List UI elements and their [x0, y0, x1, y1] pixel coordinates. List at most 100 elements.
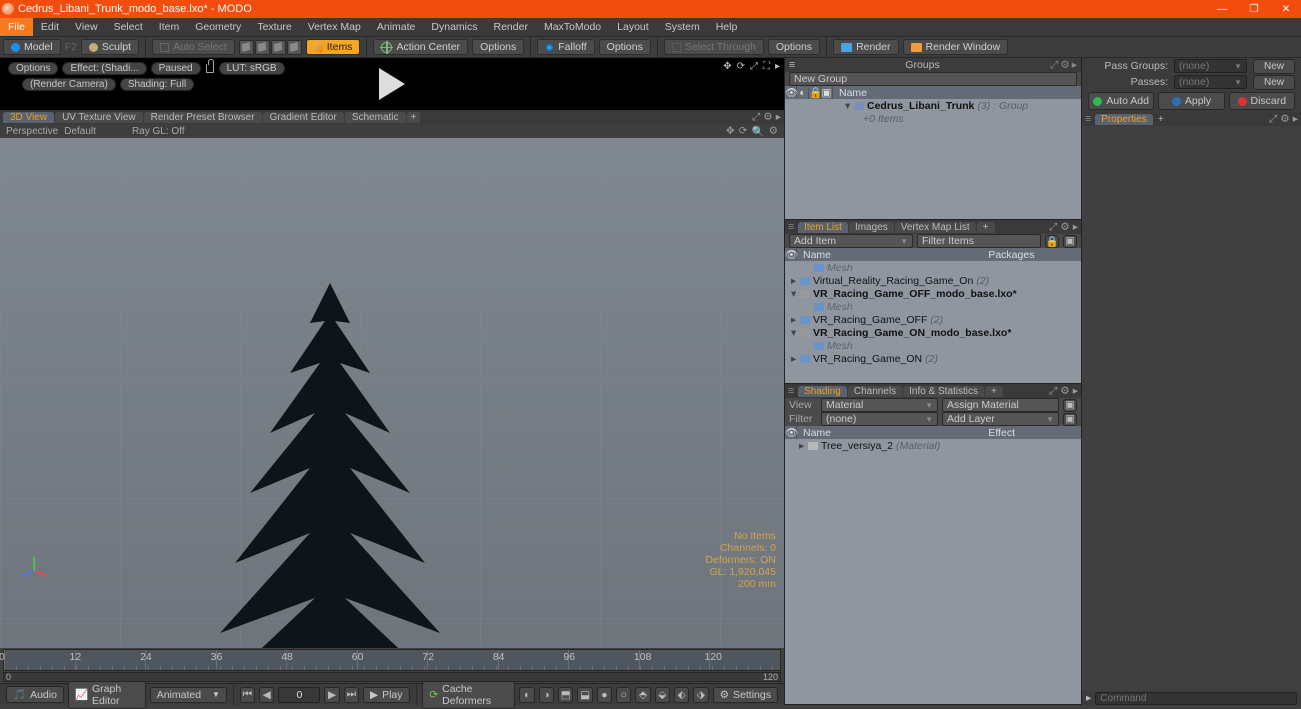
- filter-dropdown[interactable]: (none)▼: [821, 412, 938, 426]
- current-frame-field[interactable]: [278, 687, 320, 703]
- hud-expand-icon[interactable]: ⛶: [763, 61, 770, 72]
- anim-btn-10[interactable]: ⬗: [693, 687, 708, 703]
- timeline-range[interactable]: 0 120: [3, 672, 781, 682]
- expand-icon[interactable]: ▾: [791, 327, 797, 339]
- graph-editor-button[interactable]: 📈Graph Editor: [68, 681, 146, 709]
- panel-gear-icon[interactable]: ⚙: [1060, 59, 1069, 72]
- tab-properties[interactable]: Properties: [1095, 114, 1153, 125]
- tabopt-expand-icon[interactable]: ⤢: [752, 111, 760, 124]
- pass-groups-dropdown[interactable]: (none)▼: [1174, 59, 1247, 73]
- items-mode-button[interactable]: Items: [306, 39, 361, 55]
- menu-layout[interactable]: Layout: [609, 18, 657, 36]
- render-header-icon[interactable]: ▣: [821, 87, 833, 99]
- panel-chev-icon[interactable]: ▸: [1072, 59, 1077, 72]
- edge-mode-button[interactable]: [255, 40, 270, 55]
- tab-schematic[interactable]: Schematic: [345, 112, 406, 123]
- tab-vertex-map-list[interactable]: Vertex Map List: [895, 222, 976, 233]
- il-expand-icon[interactable]: ⤢: [1049, 221, 1057, 234]
- hud-chevron-icon[interactable]: ▸: [775, 61, 780, 72]
- hud-move-icon[interactable]: ✥: [723, 61, 731, 72]
- tab-info-stats[interactable]: Info & Statistics: [903, 386, 984, 397]
- sp-gear-icon[interactable]: ⚙: [1060, 385, 1069, 398]
- solo-header-icon[interactable]: ◐: [797, 87, 809, 99]
- action-center-button[interactable]: Action Center: [373, 39, 468, 55]
- render-button[interactable]: Render: [833, 39, 898, 55]
- close-button[interactable]: ✕: [1279, 3, 1293, 15]
- play-button[interactable]: ▶Play: [363, 687, 410, 703]
- view-dropdown[interactable]: Material▼: [821, 398, 938, 412]
- viewport-3d[interactable]: No Items Channels: 0 Deformers: ON GL: 1…: [0, 138, 784, 648]
- prop-gear-icon[interactable]: ⚙: [1280, 113, 1289, 126]
- tab-shading[interactable]: Shading: [798, 386, 847, 397]
- expand-icon[interactable]: ▸: [791, 353, 797, 365]
- lock-header-icon[interactable]: 🔒: [809, 86, 821, 99]
- menu-select[interactable]: Select: [106, 18, 151, 36]
- audio-button[interactable]: 🎵Audio: [6, 686, 64, 703]
- vp-move-icon[interactable]: ✥: [726, 125, 735, 138]
- settings-button[interactable]: ⚙Settings: [713, 687, 778, 703]
- sp-expand-icon[interactable]: ⤢: [1049, 385, 1057, 398]
- anim-btn-4[interactable]: ⬓: [577, 687, 592, 703]
- vp-gear-icon[interactable]: ⚙: [769, 125, 778, 138]
- expand-icon[interactable]: ▾: [791, 288, 797, 300]
- menu-file[interactable]: File: [0, 18, 33, 36]
- minimize-button[interactable]: —: [1215, 3, 1229, 15]
- shading-list[interactable]: ▸ Tree_versiya_2 (Material): [785, 439, 1081, 704]
- list-item[interactable]: Mesh: [785, 339, 1081, 352]
- prop-chev-icon[interactable]: ▸: [1293, 113, 1298, 126]
- filter-opt-button[interactable]: ▣: [1063, 235, 1077, 248]
- preview-camera-button[interactable]: (Render Camera): [22, 78, 116, 91]
- menu-edit[interactable]: Edit: [33, 18, 67, 36]
- eye-header-icon[interactable]: 👁: [785, 86, 797, 99]
- tab-gradient-editor[interactable]: Gradient Editor: [263, 112, 344, 123]
- viewopt-raygl[interactable]: Ray GL: Off: [132, 126, 185, 137]
- timeline[interactable]: 0 12 24 36 48 60 72 84 96 108 120: [3, 649, 781, 671]
- list-item[interactable]: Mesh: [785, 300, 1081, 313]
- filter-items-field[interactable]: Filter Items: [917, 234, 1041, 248]
- hud-zoom-icon[interactable]: ⤢: [750, 61, 758, 72]
- menu-geometry[interactable]: Geometry: [187, 18, 249, 36]
- tab-add[interactable]: +: [985, 386, 1003, 397]
- groups-list[interactable]: ▾ Cedrus_Libani_Trunk (3) : Group +0 Ite…: [785, 99, 1081, 219]
- layer-opt-button[interactable]: ▣: [1063, 413, 1077, 426]
- panel-expand-icon[interactable]: ⤢: [1050, 59, 1058, 72]
- tab-channels[interactable]: Channels: [848, 386, 902, 397]
- discard-button[interactable]: Discard: [1229, 92, 1295, 110]
- menu-animate[interactable]: Animate: [369, 18, 424, 36]
- animated-dropdown[interactable]: Animated▼: [150, 687, 227, 703]
- item-list[interactable]: Mesh▸Virtual_Reality_Racing_Game_On (2)▾…: [785, 261, 1081, 383]
- passes-new-button[interactable]: New: [1253, 75, 1295, 90]
- model-mode-button[interactable]: Model: [3, 39, 61, 55]
- vertex-mode-button[interactable]: [239, 40, 254, 55]
- vp-search-icon[interactable]: 🔍: [752, 125, 765, 138]
- cmd-chev-icon[interactable]: ▸: [1086, 692, 1091, 704]
- menu-render[interactable]: Render: [486, 18, 536, 36]
- sculpt-mode-button[interactable]: Sculpt: [81, 39, 139, 55]
- tabopt-gear-icon[interactable]: ⚙: [763, 111, 772, 124]
- menu-item[interactable]: Item: [151, 18, 187, 36]
- tab-3d-view[interactable]: 3D View: [3, 112, 54, 123]
- list-item[interactable]: ▾VR_Racing_Game_OFF_modo_base.lxo*: [785, 287, 1081, 300]
- menu-dynamics[interactable]: Dynamics: [423, 18, 485, 36]
- step-fwd-button[interactable]: ▶: [324, 687, 339, 703]
- preview-paused-button[interactable]: Paused: [151, 62, 201, 75]
- tab-uv-texture[interactable]: UV Texture View: [55, 112, 143, 123]
- il-gear-icon[interactable]: ⚙: [1060, 221, 1069, 234]
- list-item[interactable]: ▸Virtual_Reality_Racing_Game_On (2): [785, 274, 1081, 287]
- material-mode-button[interactable]: [287, 40, 302, 55]
- step-back-button[interactable]: ◀: [259, 687, 274, 703]
- tab-add[interactable]: +: [977, 222, 995, 233]
- expand-icon[interactable]: ▸: [791, 314, 797, 326]
- autoselect-toggle[interactable]: Auto Select: [152, 39, 235, 55]
- list-item[interactable]: Mesh: [785, 261, 1081, 274]
- preview-play-icon[interactable]: [379, 68, 405, 100]
- tab-render-preset[interactable]: Render Preset Browser: [144, 112, 262, 123]
- tab-add[interactable]: +: [407, 112, 421, 123]
- tab-images[interactable]: Images: [849, 222, 894, 233]
- vp-refresh-icon[interactable]: ⟳: [739, 125, 748, 138]
- preview-options-button[interactable]: Options: [8, 62, 58, 75]
- action-center-options-button[interactable]: Options: [472, 39, 524, 55]
- tab-add[interactable]: +: [1154, 113, 1168, 125]
- list-item[interactable]: ▸VR_Racing_Game_ON (2): [785, 352, 1081, 365]
- new-group-button[interactable]: New Group: [789, 72, 1077, 86]
